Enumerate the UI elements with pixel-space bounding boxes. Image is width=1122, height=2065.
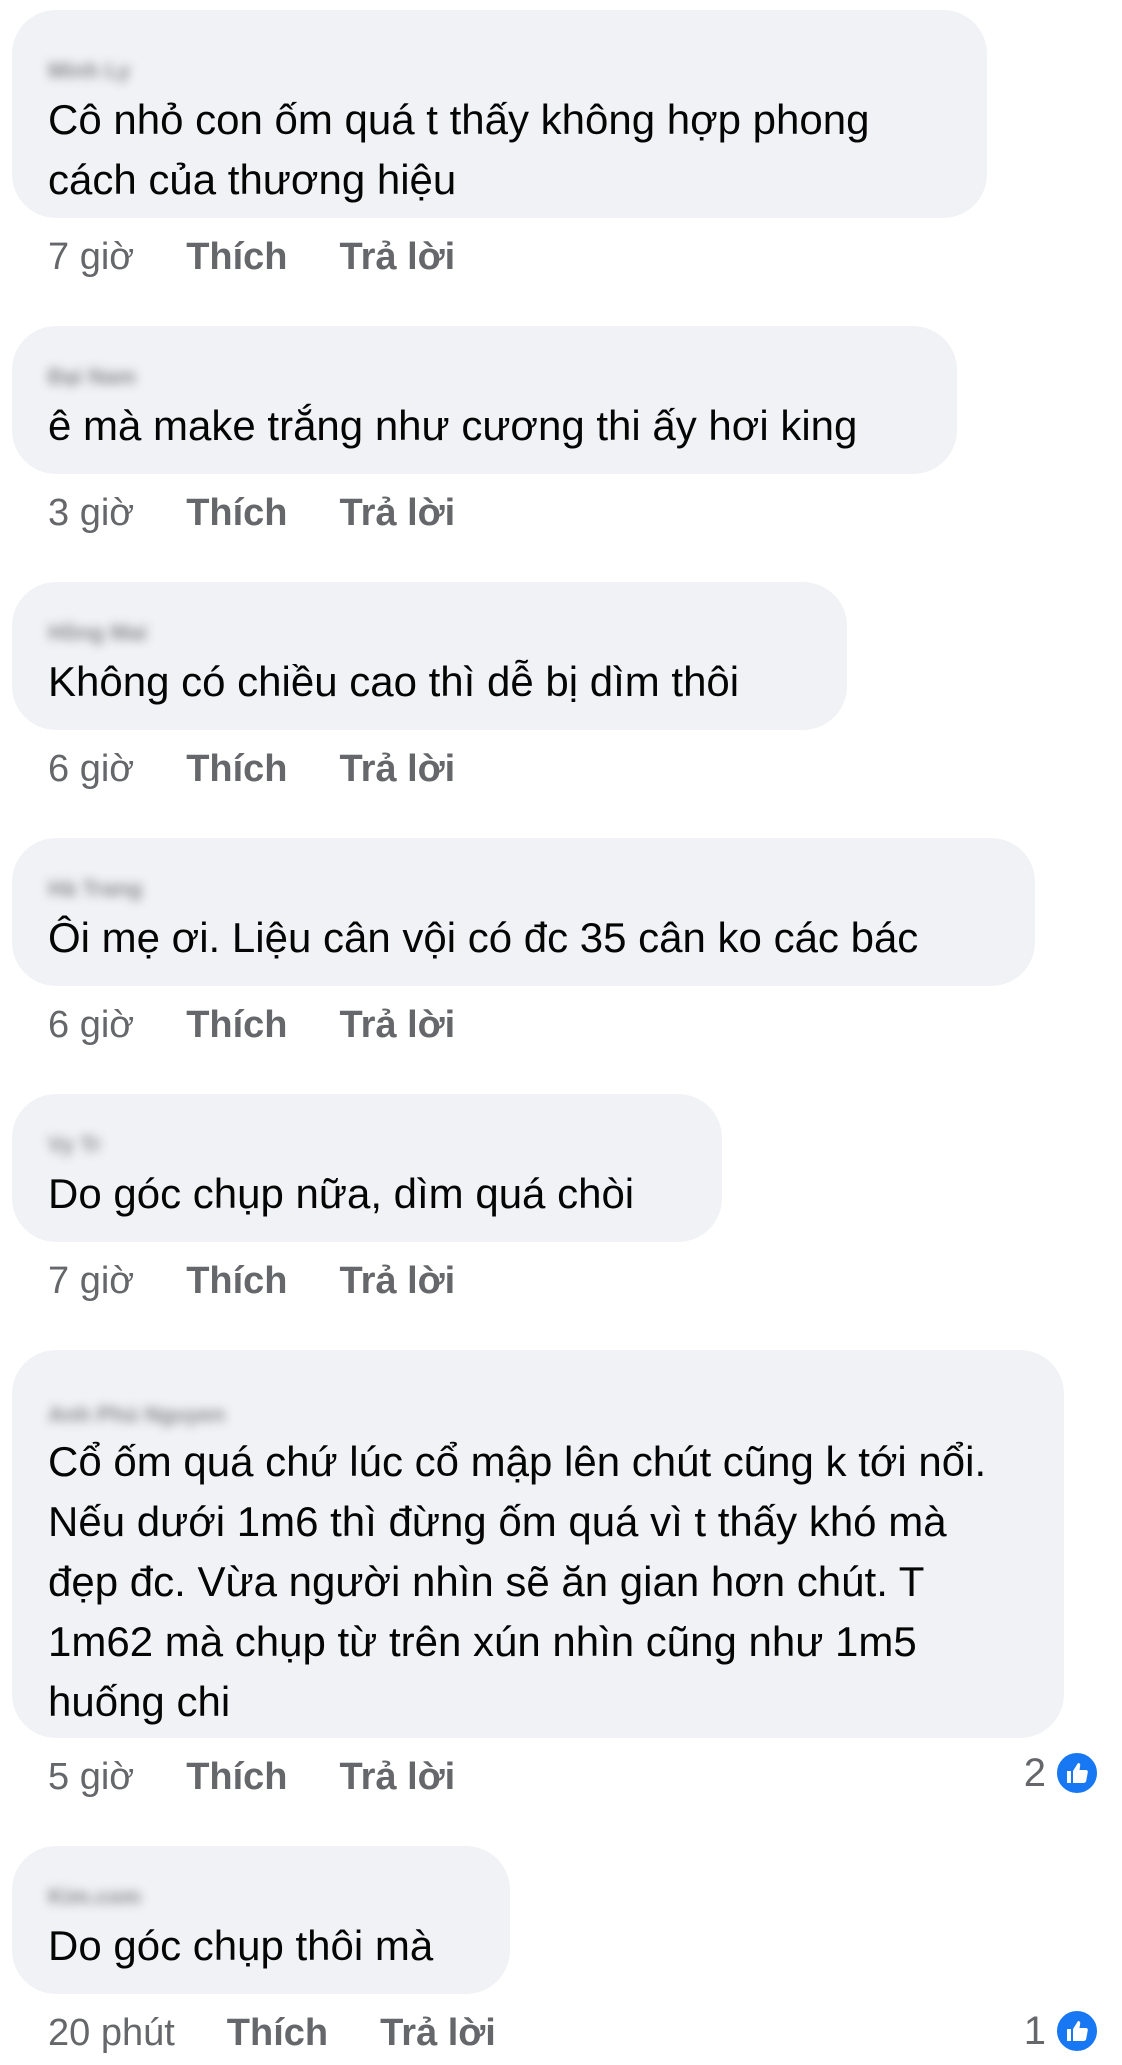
like-button[interactable]: Thích — [227, 2008, 328, 2058]
comment-text: Ôi mẹ ơi. Liệu cân vội có đc 35 cân ko c… — [48, 914, 919, 961]
reaction-count: 1 — [1023, 2008, 1046, 2053]
like-button[interactable]: Thích — [186, 744, 287, 794]
comment-text: Cổ ốm quá chứ lúc cổ mập lên chút cũng k… — [48, 1438, 987, 1725]
comment-time[interactable]: 5 giờ — [48, 1752, 134, 1802]
comment-bubble: Minh Ly Cô nhỏ con ốm quá t thấy không h… — [12, 10, 987, 218]
reaction-count: 2 — [1023, 1750, 1046, 1795]
comment-actions: 6 giờ Thích Trả lời — [48, 1000, 455, 1050]
like-button[interactable]: Thích — [186, 488, 287, 538]
like-button[interactable]: Thích — [186, 1000, 287, 1050]
comment-actions: 6 giờ Thích Trả lời — [48, 744, 455, 794]
comment-author[interactable]: Minh Ly — [48, 58, 130, 83]
comment-bubble: Đại Nam ê mà make trắng như cương thi ấy… — [12, 326, 957, 474]
comment-time[interactable]: 7 giờ — [48, 232, 134, 282]
reply-button[interactable]: Trả lời — [340, 1000, 456, 1050]
comment-time[interactable]: 20 phút — [48, 2008, 175, 2058]
comment-text: Do góc chụp thôi mà — [48, 1922, 434, 1969]
comment-bubble: Hồng Mai Không có chiều cao thì dễ bị dì… — [12, 582, 847, 730]
like-button[interactable]: Thích — [186, 232, 287, 282]
like-thumbs-up-icon — [1054, 1750, 1100, 1796]
like-thumbs-up-icon — [1054, 2008, 1100, 2054]
comment-text: Do góc chụp nữa, dìm quá chòi — [48, 1170, 635, 1217]
like-button[interactable]: Thích — [186, 1256, 287, 1306]
like-button[interactable]: Thích — [186, 1752, 287, 1802]
comment-bubble: Vy Tr Do góc chụp nữa, dìm quá chòi — [12, 1094, 722, 1242]
comment-actions: 7 giờ Thích Trả lời — [48, 1256, 455, 1306]
comment-author[interactable]: Đại Nam — [48, 364, 136, 389]
comment-author[interactable]: Kim.com — [48, 1884, 141, 1909]
comment-actions: 3 giờ Thích Trả lời — [48, 488, 455, 538]
comment-actions: 20 phút Thích Trả lời — [48, 2008, 496, 2058]
reaction-summary[interactable]: 2 — [1024, 1748, 1100, 1798]
comment-time[interactable]: 6 giờ — [48, 1000, 134, 1050]
reply-button[interactable]: Trả lời — [340, 744, 456, 794]
comment-author[interactable]: Hà Trang — [48, 876, 142, 901]
comment-author[interactable]: Hồng Mai — [48, 620, 147, 645]
reply-button[interactable]: Trả lời — [340, 1256, 456, 1306]
comment-text: Cô nhỏ con ốm quá t thấy không hợp phong… — [48, 96, 870, 203]
reaction-summary[interactable]: 1 — [1024, 2006, 1100, 2056]
comment-time[interactable]: 3 giờ — [48, 488, 134, 538]
comment-time[interactable]: 7 giờ — [48, 1256, 134, 1306]
comment-actions: 7 giờ Thích Trả lời — [48, 232, 455, 282]
reply-button[interactable]: Trả lời — [380, 2008, 496, 2058]
comment-text: ê mà make trắng như cương thi ấy hơi kin… — [48, 402, 858, 449]
comment-author[interactable]: Vy Tr — [48, 1132, 101, 1157]
comment-bubble: Hà Trang Ôi mẹ ơi. Liệu cân vội có đc 35… — [12, 838, 1035, 986]
comment-text: Không có chiều cao thì dễ bị dìm thôi — [48, 658, 740, 705]
comment-bubble: Anh Phú Nguyen Cổ ốm quá chứ lúc cổ mập … — [12, 1350, 1064, 1738]
comment-time[interactable]: 6 giờ — [48, 744, 134, 794]
comment-author[interactable]: Anh Phú Nguyen — [48, 1402, 225, 1427]
reply-button[interactable]: Trả lời — [340, 488, 456, 538]
comment-actions: 5 giờ Thích Trả lời — [48, 1752, 455, 1802]
reply-button[interactable]: Trả lời — [340, 232, 456, 282]
comment-bubble: Kim.com Do góc chụp thôi mà — [12, 1846, 510, 1994]
reply-button[interactable]: Trả lời — [340, 1752, 456, 1802]
